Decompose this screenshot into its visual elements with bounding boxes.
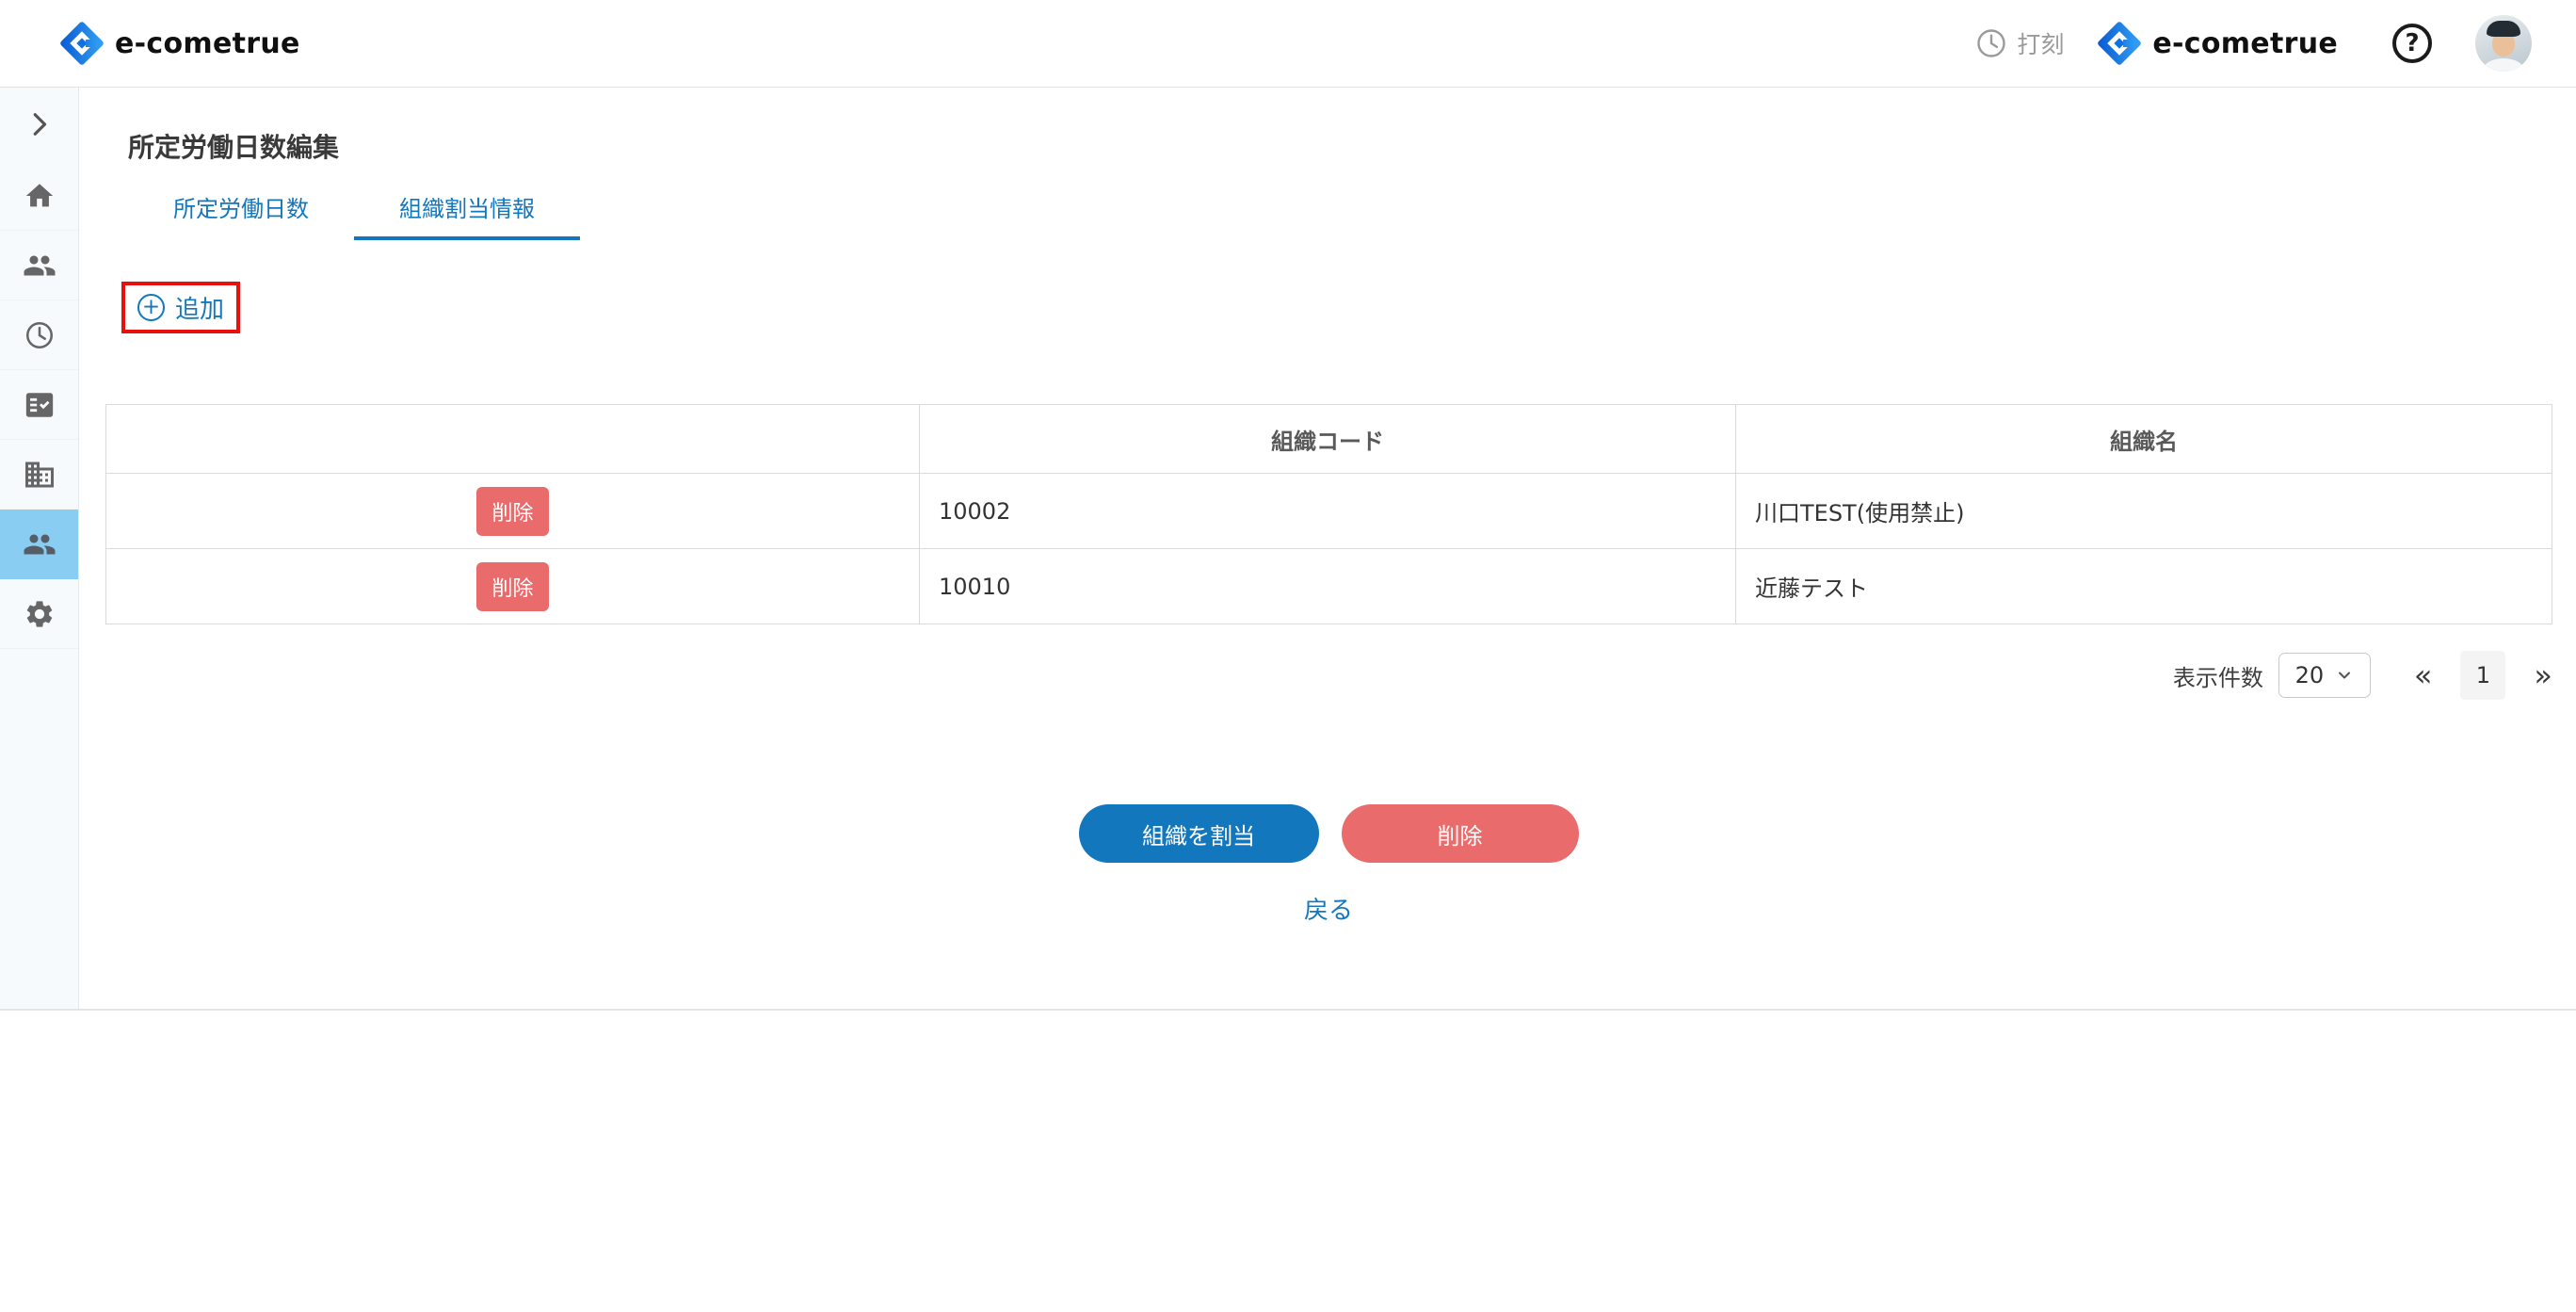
table-header-row: 組織コード 組織名 [106, 405, 2552, 474]
time-stamp-button[interactable]: 打刻 [1974, 26, 2064, 60]
brand-logo-secondary: e-cometrue [2098, 22, 2338, 65]
brand-logo-icon [60, 22, 104, 65]
add-button-highlight-box[interactable]: + 追加 [121, 282, 240, 333]
sidebar-item-approvals[interactable] [0, 370, 78, 440]
chevron-down-icon [2335, 666, 2354, 685]
row-actions-cell: 削除 [106, 474, 920, 549]
column-header-actions [106, 405, 920, 474]
organization-table: 組織コード 組織名 削除 10002 川口TEST(使用禁止) 削除 10010 [105, 404, 2552, 624]
question-icon: ? [2405, 29, 2419, 57]
brand-logo: e-cometrue [60, 22, 300, 65]
page-size-select[interactable]: 20 [2278, 653, 2371, 698]
page-size-value: 20 [2295, 662, 2325, 688]
help-button[interactable]: ? [2392, 24, 2432, 63]
org-code-cell: 10010 [920, 549, 1736, 624]
column-header-org-name: 組織名 [1736, 405, 2552, 474]
brand-name-secondary: e-cometrue [2152, 27, 2338, 60]
row-actions-cell: 削除 [106, 549, 920, 624]
action-buttons: 組織を割当 削除 [79, 804, 2576, 863]
org-name-cell: 近藤テスト [1736, 549, 2552, 624]
prev-page-button[interactable]: « [2414, 660, 2433, 690]
user-avatar[interactable] [2475, 15, 2532, 72]
next-page-button[interactable]: » [2534, 660, 2552, 690]
add-button-label: 追加 [175, 290, 224, 325]
org-code-cell: 10002 [920, 474, 1736, 549]
building-icon [23, 458, 56, 492]
tab-scheduled-working-days[interactable]: 所定労働日数 [128, 190, 354, 240]
plus-circle-icon: + [137, 294, 165, 321]
gear-icon [24, 598, 56, 630]
home-icon [24, 180, 56, 212]
page-title: 所定労働日数編集 [128, 132, 2576, 164]
sidebar-item-settings[interactable] [0, 579, 78, 649]
org-name-cell: 川口TEST(使用禁止) [1736, 474, 2552, 549]
current-page[interactable]: 1 [2460, 651, 2505, 700]
brand-logo-icon [2098, 22, 2141, 65]
sidebar-item-home[interactable] [0, 161, 78, 231]
column-header-org-code: 組織コード [920, 405, 1736, 474]
tab-bar: 所定労働日数 組織割当情報 [128, 190, 2576, 240]
page-size-label: 表示件数 [2173, 659, 2263, 692]
table-row: 削除 10010 近藤テスト [106, 549, 2552, 624]
chevron-right-icon [22, 106, 57, 142]
tab-organization-assignment[interactable]: 組織割当情報 [354, 190, 580, 240]
app-header: e-cometrue 打刻 e-cometrue ? [0, 0, 2576, 88]
page-shell: 所定労働日数編集 所定労働日数 組織割当情報 + 追加 組織コード 組織名 [0, 88, 2576, 1011]
back-link[interactable]: 戻る [1304, 897, 1353, 925]
checklist-icon [24, 389, 56, 421]
sidebar-item-employees[interactable] [0, 231, 78, 300]
delete-button[interactable]: 削除 [1342, 804, 1579, 863]
table-row: 削除 10002 川口TEST(使用禁止) [106, 474, 2552, 549]
stamp-label: 打刻 [2017, 26, 2064, 60]
sidebar-item-organization[interactable] [0, 440, 78, 510]
brand-name: e-cometrue [115, 27, 300, 60]
sidebar-expand-button[interactable] [0, 88, 78, 161]
clock-icon [24, 319, 56, 351]
sidebar-item-staff-settings[interactable] [0, 510, 78, 579]
row-delete-button[interactable]: 削除 [476, 487, 548, 536]
sidebar [0, 88, 79, 1009]
assign-organization-button[interactable]: 組織を割当 [1079, 804, 1319, 863]
sidebar-item-attendance[interactable] [0, 300, 78, 370]
back-link-wrap: 戻る [79, 891, 2576, 926]
users-icon [23, 527, 56, 561]
users-icon [23, 249, 56, 283]
pagination: 表示件数 20 « 1 » [79, 651, 2552, 700]
clock-icon [1974, 26, 2008, 60]
header-right: 打刻 e-cometrue ? [1974, 15, 2532, 72]
main-content: 所定労働日数編集 所定労働日数 組織割当情報 + 追加 組織コード 組織名 [79, 88, 2576, 1009]
row-delete-button[interactable]: 削除 [476, 562, 548, 611]
